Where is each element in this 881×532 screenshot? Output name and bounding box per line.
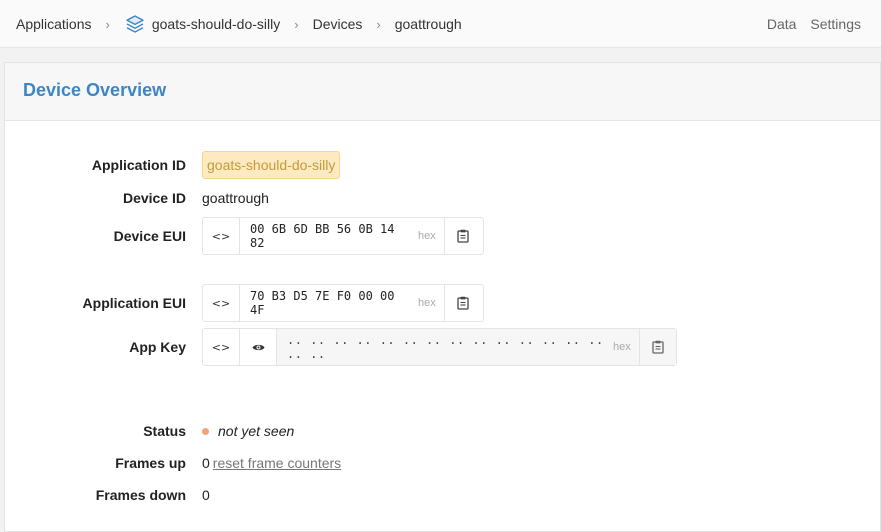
frames-up-label: Frames up (115, 455, 186, 471)
nav-settings-link[interactable]: Settings (810, 16, 861, 32)
breadcrumb: Applications › goats-should-do-silly › D… (16, 0, 462, 48)
format-indicator: hex (605, 329, 639, 365)
page-title: Device Overview (23, 80, 167, 100)
reveal-key-button[interactable] (240, 329, 277, 365)
status-row: Status not yet seen (5, 423, 881, 439)
device-eui-row: Device EUI <> 00 6B 6D BB 56 0B 14 82 he… (5, 217, 881, 255)
nav-data-link[interactable]: Data (767, 16, 797, 32)
device-eui-field: <> 00 6B 6D BB 56 0B 14 82 hex (202, 217, 484, 255)
chevron-right-icon: › (376, 16, 381, 32)
status-value: not yet seen (218, 423, 295, 439)
status-label: Status (143, 423, 186, 439)
breadcrumb-application[interactable]: goats-should-do-silly (124, 13, 280, 35)
code-brackets-icon: <> (211, 296, 231, 310)
app-key-label: App Key (129, 339, 186, 355)
frames-up-value: 0 (202, 455, 210, 471)
chevron-right-icon: › (105, 16, 110, 32)
frames-up-row: Frames up 0 reset frame counters (5, 455, 881, 471)
top-nav-bar: Applications › goats-should-do-silly › D… (0, 0, 881, 48)
code-brackets-icon: <> (211, 340, 231, 354)
application-eui-field: <> 70 B3 D5 7E F0 00 00 4F hex (202, 284, 484, 322)
copy-button[interactable] (443, 218, 481, 254)
device-eui-value[interactable]: 00 6B 6D BB 56 0B 14 82 (240, 218, 410, 254)
copy-button[interactable] (443, 285, 481, 321)
application-id-label: Application ID (91, 157, 186, 173)
frames-down-label: Frames down (95, 487, 186, 503)
breadcrumb-device[interactable]: goattrough (395, 16, 462, 32)
frames-down-row: Frames down 0 (5, 487, 881, 503)
breadcrumb-applications[interactable]: Applications (16, 16, 92, 32)
device-id-label: Device ID (122, 190, 186, 206)
eye-icon (252, 344, 264, 350)
application-eui-label: Application EUI (82, 295, 186, 311)
device-eui-label: Device EUI (113, 228, 186, 244)
status-dot-icon (202, 427, 209, 435)
application-eui-row: Application EUI <> 70 B3 D5 7E F0 00 00 … (5, 284, 881, 322)
frames-down-value: 0 (202, 487, 210, 503)
application-id-row: Application ID goats-should-do-silly (5, 151, 881, 179)
format-indicator: hex (418, 297, 436, 309)
stack-layers-icon (126, 15, 144, 33)
code-brackets-icon: <> (211, 229, 231, 243)
toggle-format-button[interactable]: <> (203, 329, 240, 365)
app-key-value[interactable]: .. .. .. .. .. .. .. .. .. .. .. .. .. .… (277, 329, 605, 365)
reset-frame-counters-link[interactable]: reset frame counters (213, 455, 341, 471)
toggle-format-button[interactable]: <> (203, 218, 240, 254)
top-nav-links: Data Settings (753, 0, 861, 48)
breadcrumb-devices[interactable]: Devices (313, 16, 363, 32)
toggle-format-button[interactable]: <> (203, 285, 240, 321)
clipboard-icon (652, 340, 664, 354)
application-id-badge[interactable]: goats-should-do-silly (202, 151, 341, 179)
card-header: Device Overview (5, 63, 880, 121)
app-key-field: <> .. .. .. .. .. .. .. .. .. .. .. .. .… (202, 328, 677, 366)
breadcrumb-application-label: goats-should-do-silly (151, 16, 281, 32)
application-eui-value[interactable]: 70 B3 D5 7E F0 00 00 4F (240, 285, 410, 321)
chevron-right-icon: › (294, 16, 299, 32)
clipboard-icon (457, 296, 469, 310)
clipboard-icon (457, 229, 469, 243)
copy-button[interactable] (638, 329, 676, 365)
device-id-value: goattrough (202, 190, 269, 206)
device-overview-card: Device Overview Application ID goats-sho… (4, 62, 881, 532)
format-indicator: hex (418, 230, 436, 242)
device-id-row: Device ID goattrough (5, 190, 881, 206)
app-key-row: App Key <> .. .. .. .. .. .. .. .. .. ..… (5, 328, 881, 366)
